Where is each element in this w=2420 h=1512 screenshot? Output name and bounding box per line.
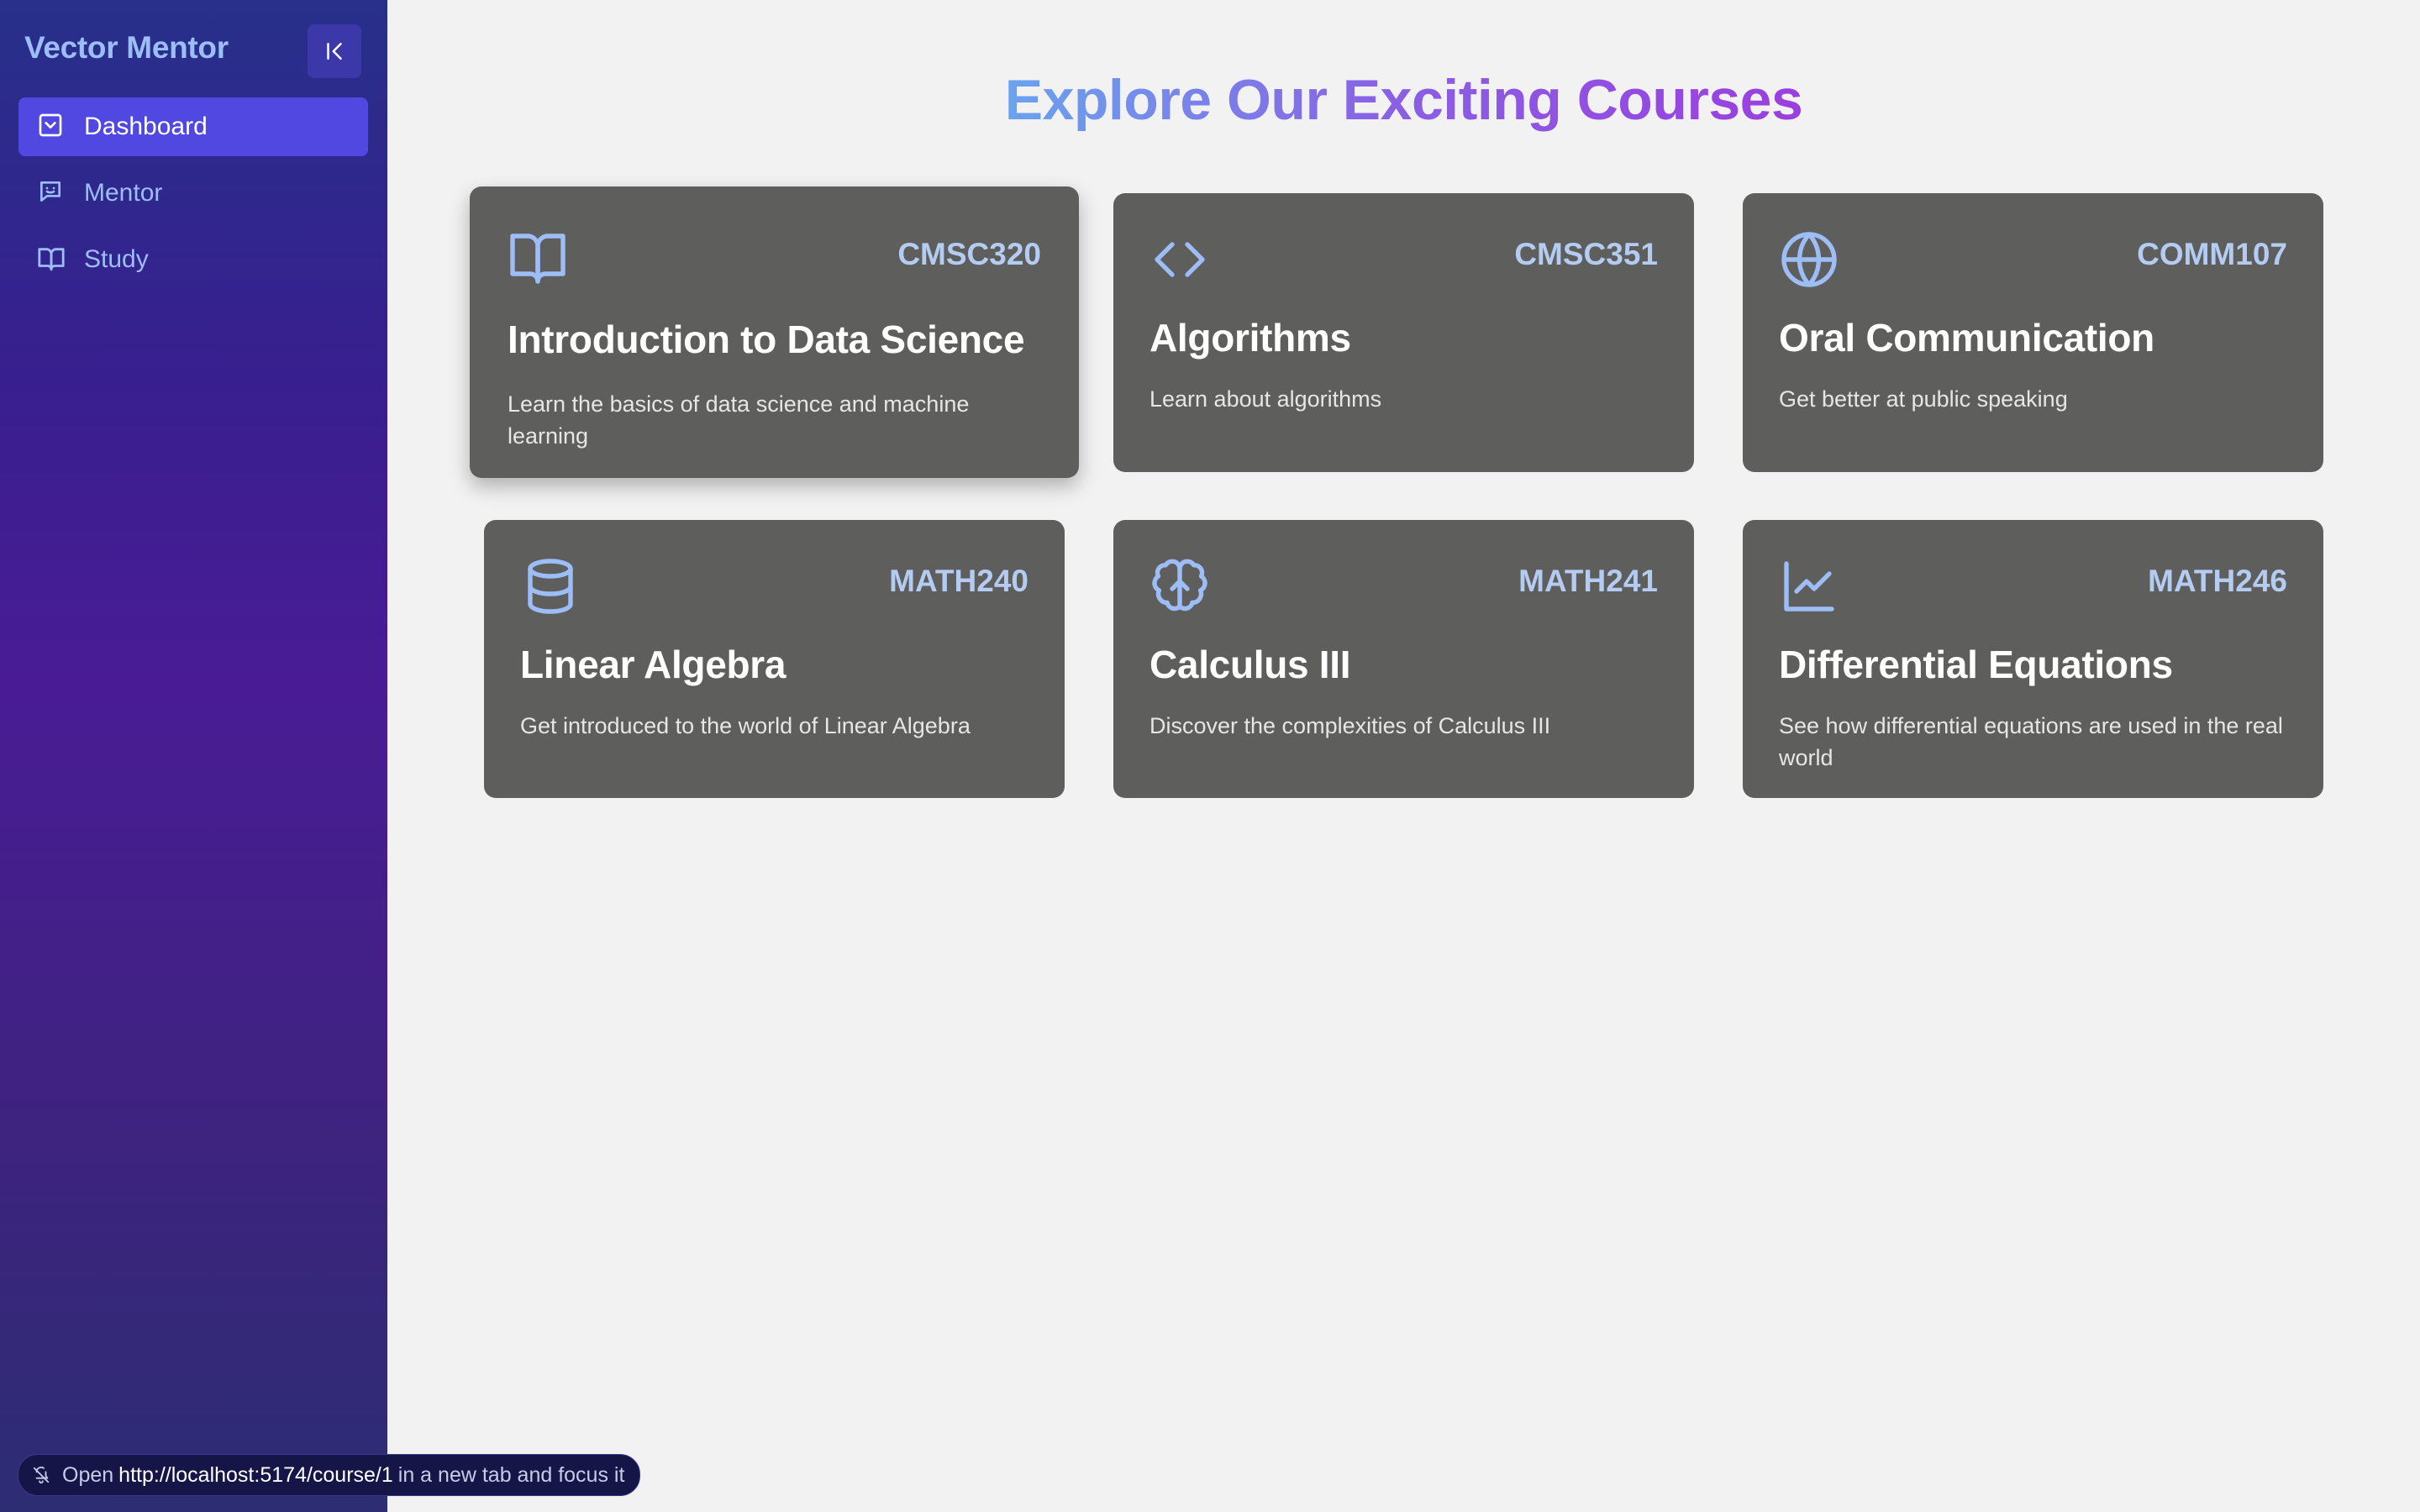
course-card-cmsc351[interactable]: CMSC351 Algorithms Learn about algorithm… [1113, 193, 1694, 472]
collapse-sidebar-button[interactable] [308, 24, 361, 78]
status-prefix: Open [62, 1462, 114, 1487]
book-open-icon [510, 234, 566, 284]
globe-icon [1781, 232, 1837, 287]
course-description: See how differential equations are used … [1779, 713, 2283, 770]
course-code: CMSC351 [1514, 237, 1658, 271]
course-card-cmsc320[interactable]: CMSC320 Introduction to Data Science Lea… [470, 186, 1079, 478]
course-card-comm107[interactable]: COMM107 Oral Communication Get better at… [1743, 193, 2323, 472]
sidebar-item-dashboard[interactable]: Dashboard [18, 97, 368, 156]
course-description: Discover the complexities of Calculus II… [1150, 713, 1551, 738]
course-title: Introduction to Data Science [508, 318, 1025, 361]
status-url: http://localhost:5174/course/1 [118, 1462, 393, 1487]
course-card-math241[interactable]: MATH241 Calculus III Discover the comple… [1113, 520, 1694, 798]
app-title: Vector Mentor [24, 30, 229, 65]
page-title: Explore Our Exciting Courses [1004, 68, 1803, 132]
course-title: Oral Communication [1779, 316, 2154, 360]
chat-icon [37, 178, 67, 208]
course-code: CMSC320 [897, 237, 1041, 271]
book-icon [37, 244, 67, 275]
sidebar-item-label: Dashboard [84, 113, 208, 140]
course-title: Calculus III [1150, 643, 1351, 686]
course-code: COMM107 [2137, 237, 2287, 271]
course-title: Algorithms [1150, 316, 1351, 360]
course-code: MATH241 [1518, 564, 1658, 598]
sidebar-item-label: Study [84, 245, 149, 273]
course-title: Differential Equations [1779, 643, 2173, 686]
sidebar-item-study[interactable]: Study [18, 230, 368, 289]
course-code: MATH246 [2148, 564, 2287, 598]
sidebar-nav: Dashboard Mentor Study [18, 97, 368, 297]
line-chart-icon [1784, 561, 1834, 612]
course-description: Learn the basics of data science and mac… [508, 391, 970, 449]
sidebar: Vector Mentor Dashboard Mentor Study [0, 0, 387, 1512]
database-icon [528, 559, 573, 614]
dashboard-icon [37, 112, 67, 142]
course-card-math240[interactable]: MATH240 Linear Algebra Get introduced to… [484, 520, 1065, 798]
course-title: Linear Algebra [520, 643, 786, 686]
status-suffix: in a new tab and focus it [397, 1462, 625, 1487]
course-description: Learn about algorithms [1150, 386, 1382, 412]
sidebar-item-mentor[interactable]: Mentor [18, 164, 368, 223]
course-card-math246[interactable]: MATH246 Differential Equations See how d… [1743, 520, 2323, 798]
bell-off-icon [32, 1466, 50, 1484]
course-code: MATH240 [889, 564, 1028, 598]
sidebar-item-label: Mentor [84, 179, 163, 207]
course-description: Get better at public speaking [1779, 386, 2068, 412]
code-icon [1155, 242, 1205, 277]
course-description: Get introduced to the world of Linear Al… [520, 713, 971, 738]
link-preview-status: Open http://localhost:5174/course/1 in a… [18, 1454, 641, 1496]
collapse-icon [327, 43, 342, 60]
brain-icon [1152, 559, 1207, 612]
